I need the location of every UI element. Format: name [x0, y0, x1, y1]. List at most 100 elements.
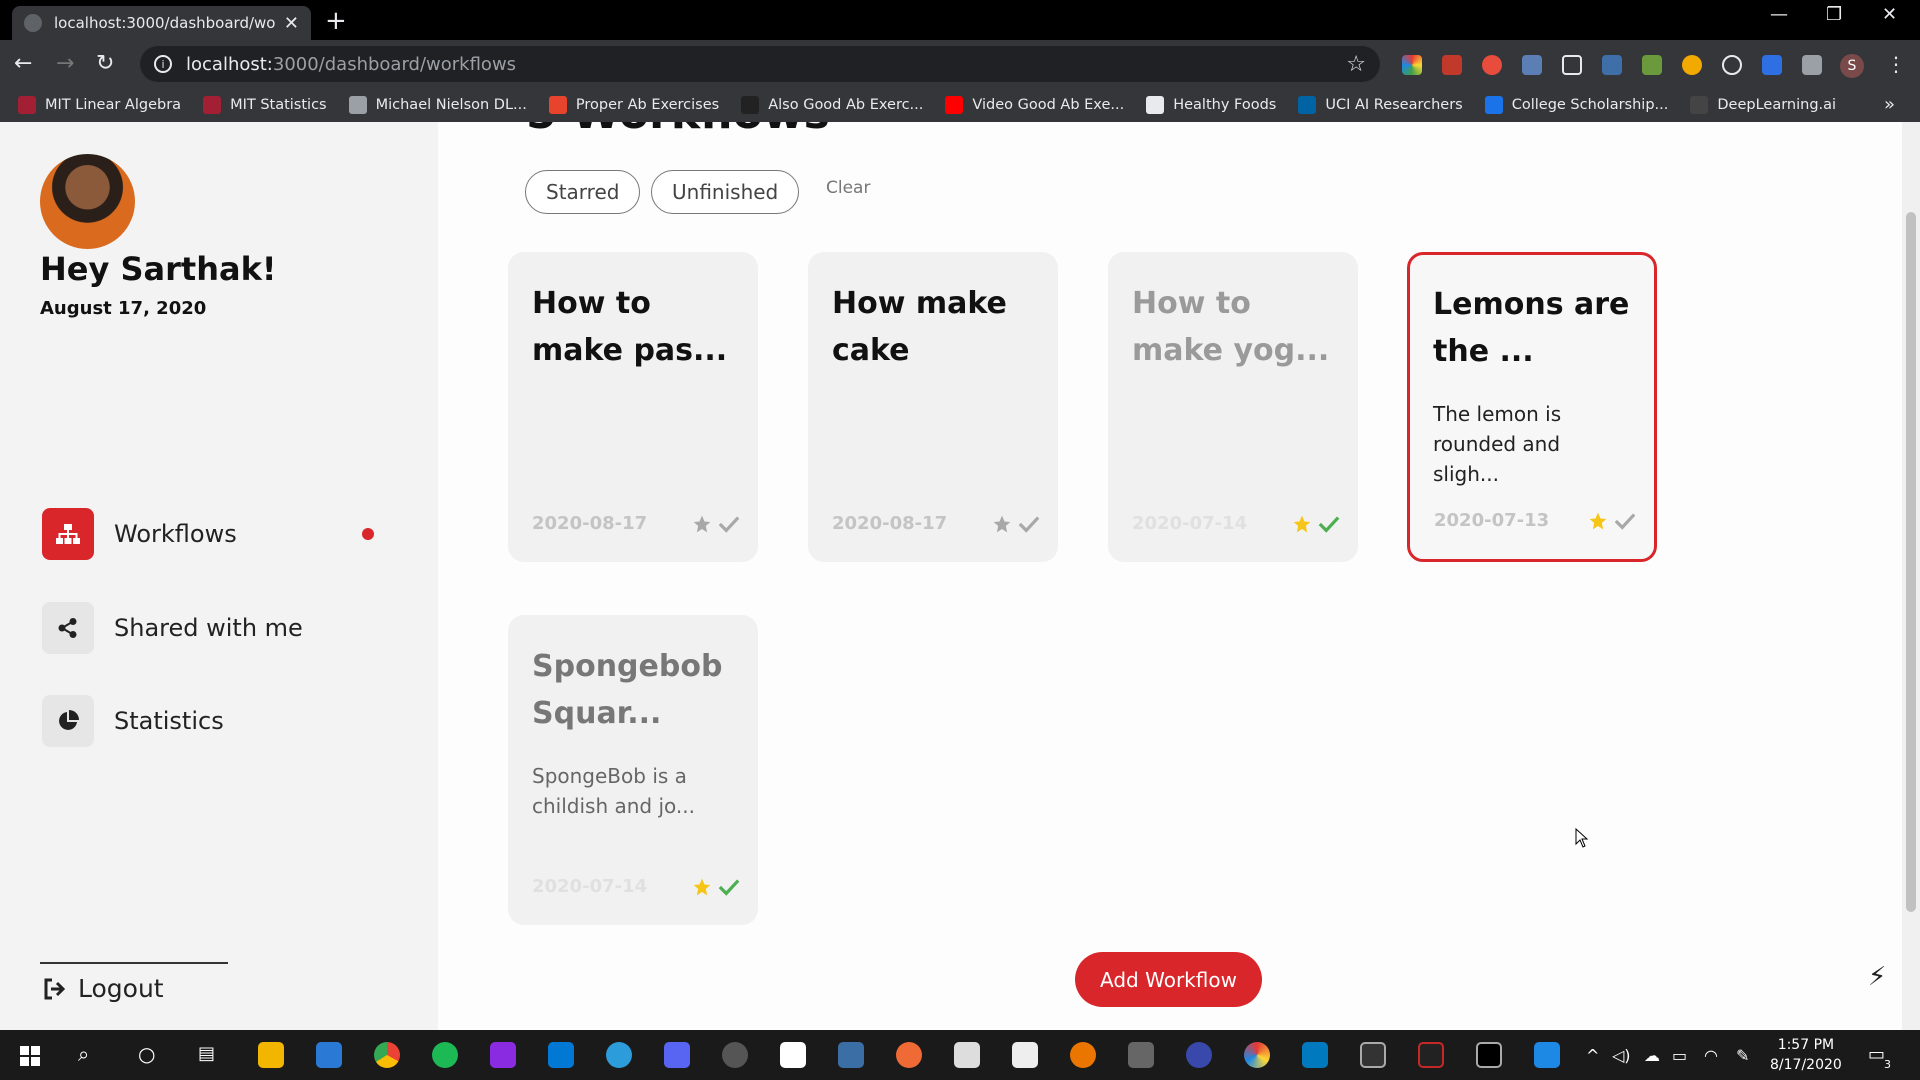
checkmark-icon[interactable] — [1018, 514, 1040, 534]
notion-icon[interactable] — [780, 1042, 806, 1068]
gitkraken-icon[interactable] — [490, 1042, 516, 1068]
notifications-icon[interactable]: ▭ — [1868, 1044, 1885, 1065]
extension-video-icon[interactable] — [1442, 55, 1462, 75]
app-icon[interactable] — [1128, 1042, 1154, 1068]
vscode-icon[interactable] — [548, 1042, 574, 1068]
forward-arrow-icon[interactable]: → — [56, 50, 74, 78]
sidebar-item-workflows[interactable]: Workflows — [42, 508, 382, 560]
mail-icon[interactable] — [316, 1042, 342, 1068]
spotify-icon[interactable] — [432, 1042, 458, 1068]
task-view-icon[interactable]: ▤ — [198, 1043, 215, 1064]
workflow-card[interactable]: How to make pas... 2020-08-17 — [508, 252, 758, 562]
tab-close-icon[interactable]: ✕ — [284, 13, 299, 34]
address-bar[interactable]: i localhost:3000/dashboard/workflows ☆ — [140, 46, 1380, 82]
workflow-card[interactable]: How make cake 2020-08-17 — [808, 252, 1058, 562]
notion-extension-icon[interactable] — [1562, 55, 1582, 75]
extension-red-icon[interactable] — [1482, 55, 1502, 75]
search-icon[interactable]: ⌕ — [78, 1042, 89, 1066]
bookmark-item[interactable]: Also Good Ab Exerc... — [741, 96, 923, 114]
star-icon[interactable] — [1292, 514, 1312, 534]
extension-square-icon[interactable] — [1762, 55, 1782, 75]
terminal-icon[interactable] — [1476, 1042, 1502, 1068]
bookmark-item[interactable]: College Scholarship... — [1484, 96, 1668, 114]
restore-icon[interactable]: ❐ — [1826, 4, 1842, 25]
scrollbar-thumb[interactable] — [1906, 212, 1916, 912]
pencil-icon[interactable] — [1418, 1042, 1444, 1068]
media-player-icon[interactable] — [1534, 1042, 1560, 1068]
star-icon[interactable] — [992, 514, 1012, 534]
tray-chevron-icon[interactable]: ^ — [1586, 1046, 1599, 1065]
visual-studio-icon[interactable] — [1012, 1042, 1038, 1068]
unity-icon[interactable] — [954, 1042, 980, 1068]
trello-icon[interactable] — [1302, 1042, 1328, 1068]
lightning-icon[interactable]: ⚡ — [1868, 962, 1886, 992]
page-scrollbar[interactable] — [1902, 122, 1920, 1030]
blender-icon[interactable] — [1070, 1042, 1096, 1068]
extension-target-icon[interactable] — [1722, 55, 1742, 75]
app-icon[interactable] — [1186, 1042, 1212, 1068]
app-icon[interactable] — [1360, 1042, 1386, 1068]
profile-avatar[interactable]: S — [1840, 54, 1864, 78]
postman-icon[interactable] — [896, 1042, 922, 1068]
chrome-icon[interactable] — [374, 1042, 400, 1068]
workflow-card[interactable]: How to make yog... 2020-07-14 — [1108, 252, 1358, 562]
extension-user-icon[interactable] — [1522, 55, 1542, 75]
window-close-icon[interactable]: ✕ — [1882, 4, 1897, 25]
sidebar-item-shared[interactable]: Shared with me — [42, 602, 382, 654]
checkmark-icon[interactable] — [1318, 514, 1340, 534]
calendar-icon[interactable] — [838, 1042, 864, 1068]
extension-color-icon[interactable] — [1402, 55, 1422, 75]
bookmark-item[interactable]: Video Good Ab Exe... — [945, 96, 1124, 114]
obs-icon[interactable] — [722, 1042, 748, 1068]
bookmark-favicon-icon — [1298, 96, 1317, 114]
filter-unfinished-button[interactable]: Unfinished — [651, 170, 800, 214]
minimize-icon[interactable]: — — [1770, 4, 1788, 25]
checkmark-icon[interactable] — [718, 514, 740, 534]
windows-start-icon[interactable] — [20, 1046, 40, 1066]
extensions-puzzle-icon[interactable] — [1802, 55, 1822, 75]
new-tab-button[interactable]: + — [325, 6, 347, 36]
bookmark-item[interactable]: Proper Ab Exercises — [548, 96, 719, 114]
bookmark-star-icon[interactable]: ☆ — [1346, 52, 1366, 77]
workflow-card[interactable]: Spongebob Squar... SpongeBob is a childis… — [508, 615, 758, 925]
battery-icon[interactable]: ▭ — [1672, 1046, 1687, 1065]
extension-yellow-icon[interactable] — [1682, 55, 1702, 75]
bookmark-item[interactable]: Michael Nielson DL... — [348, 96, 527, 114]
sidebar-item-statistics[interactable]: Statistics — [42, 695, 382, 747]
workflow-date: 2020-08-17 — [532, 513, 648, 534]
discord-icon[interactable] — [664, 1042, 690, 1068]
browser-tab[interactable]: localhost:3000/dashboard/workfl ✕ — [12, 6, 311, 40]
logout-button[interactable]: Logout — [42, 974, 164, 1003]
system-clock[interactable]: 1:57 PM 8/17/2020 — [1770, 1035, 1842, 1075]
cortana-icon[interactable]: ○ — [138, 1042, 155, 1066]
reload-icon[interactable]: ↻ — [96, 50, 114, 78]
davinci-icon[interactable] — [1244, 1042, 1270, 1068]
wifi-icon[interactable]: ◠ — [1704, 1046, 1718, 1065]
star-icon[interactable] — [692, 514, 712, 534]
workflow-card[interactable]: Lemons are the ... The lemon is rounded a… — [1407, 252, 1657, 562]
onedrive-icon[interactable]: ☁ — [1644, 1046, 1660, 1065]
workflow-description: The lemon is rounded and sligh... — [1433, 402, 1562, 486]
bookmark-item[interactable]: Healthy Foods — [1146, 96, 1276, 114]
bookmark-item[interactable]: MIT Linear Algebra — [18, 96, 181, 114]
site-info-icon[interactable]: i — [154, 55, 172, 73]
bookmark-item[interactable]: MIT Statistics — [203, 96, 327, 114]
volume-icon[interactable]: ◁) — [1612, 1046, 1631, 1065]
checkmark-icon[interactable] — [718, 877, 740, 897]
star-icon[interactable] — [1588, 511, 1608, 531]
webex-icon[interactable] — [606, 1042, 632, 1068]
pen-icon[interactable]: ✎ — [1736, 1046, 1749, 1065]
star-icon[interactable] — [692, 877, 712, 897]
file-explorer-icon[interactable] — [258, 1042, 284, 1068]
clear-filters-button[interactable]: Clear — [826, 178, 870, 198]
checkmark-icon[interactable] — [1614, 511, 1636, 531]
extension-blue-icon[interactable] — [1602, 55, 1622, 75]
bookmark-item[interactable]: DeepLearning.ai — [1690, 96, 1836, 114]
browser-menu-icon[interactable]: ⋮ — [1886, 52, 1906, 76]
extension-green-icon[interactable] — [1642, 55, 1662, 75]
bookmark-item[interactable]: UCI AI Researchers — [1298, 96, 1463, 114]
back-arrow-icon[interactable]: ← — [14, 50, 32, 78]
bookmarks-overflow-icon[interactable]: » — [1884, 94, 1895, 115]
filter-starred-button[interactable]: Starred — [525, 170, 641, 214]
add-workflow-button[interactable]: Add Workflow — [1075, 952, 1262, 1007]
